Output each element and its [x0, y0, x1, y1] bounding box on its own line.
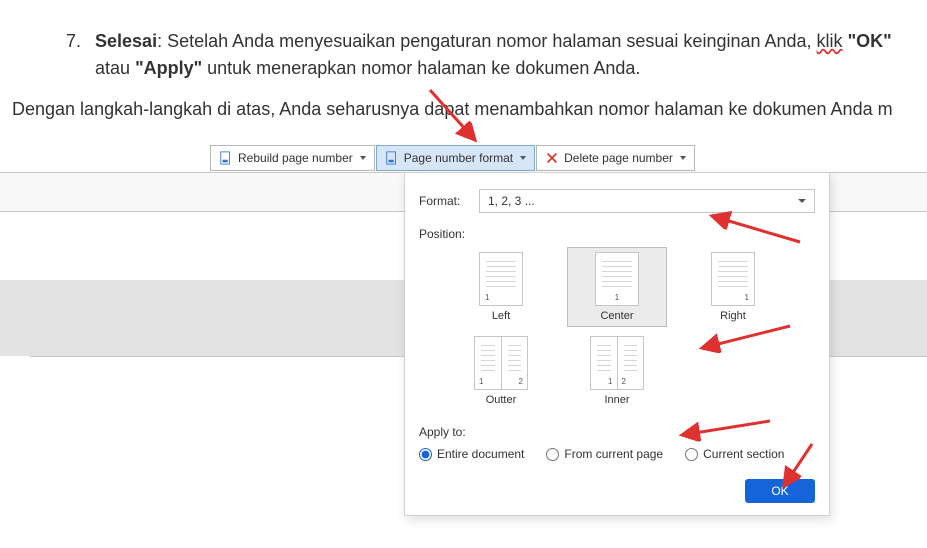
- list-number: 7.: [66, 28, 81, 82]
- rebuild-page-number-button[interactable]: Rebuild page number: [210, 145, 375, 171]
- radio-section-label: Current section: [703, 447, 784, 461]
- klik-word: klik: [817, 31, 843, 51]
- page-icon: [219, 151, 233, 165]
- thumb-inner: 1 2: [590, 336, 644, 390]
- rebuild-label: Rebuild page number: [238, 151, 353, 165]
- annotation-arrow: [420, 82, 490, 152]
- radio-current-label: From current page: [564, 447, 663, 461]
- format-label: Page number format: [404, 151, 513, 165]
- thumb-outter: 1 2: [474, 336, 528, 390]
- radio-from-current[interactable]: From current page: [546, 447, 663, 461]
- radio-current-input[interactable]: [546, 448, 559, 461]
- radio-entire-label: Entire document: [437, 447, 524, 461]
- step-text-2: untuk menerapkan nomor halaman ke dokume…: [202, 58, 640, 78]
- pos-outter-label: Outter: [486, 394, 517, 406]
- caret-icon: [680, 156, 686, 160]
- pos-center-label: Center: [600, 310, 633, 322]
- format-value: 1, 2, 3 ...: [488, 194, 535, 208]
- delete-label: Delete page number: [564, 151, 673, 165]
- apply-to-radios: Entire document From current page Curren…: [419, 447, 815, 461]
- annotation-arrow: [670, 415, 780, 445]
- caret-icon: [360, 156, 366, 160]
- pos-left-label: Left: [492, 310, 510, 322]
- thumb-center: 1: [595, 252, 639, 306]
- pos-inner-label: Inner: [604, 394, 629, 406]
- thumb-right: 1: [711, 252, 755, 306]
- caret-icon: [520, 156, 526, 160]
- position-outter[interactable]: 1 2 Outter: [451, 331, 551, 411]
- radio-current-section[interactable]: Current section: [685, 447, 784, 461]
- delete-x-icon: [545, 151, 559, 165]
- position-inner[interactable]: 1 2 Inner: [567, 331, 667, 411]
- apply-bold: "Apply": [135, 58, 202, 78]
- position-left[interactable]: 1 Left: [451, 247, 551, 327]
- page-icon: [385, 151, 399, 165]
- position-center[interactable]: 1 Center: [567, 247, 667, 327]
- ok-bold: "OK": [848, 31, 892, 51]
- annotation-arrow: [700, 210, 810, 250]
- format-field-label: Format:: [419, 194, 471, 208]
- annotation-arrow: [690, 320, 800, 360]
- radio-section-input[interactable]: [685, 448, 698, 461]
- delete-page-number-button[interactable]: Delete page number: [536, 145, 695, 171]
- position-right[interactable]: 1 Right: [683, 247, 783, 327]
- thumb-left: 1: [479, 252, 523, 306]
- step-text-1: : Setelah Anda menyesuaikan pengaturan n…: [157, 31, 816, 51]
- step-title: Selesai: [95, 31, 157, 51]
- annotation-arrow: [774, 438, 824, 496]
- radio-entire-input[interactable]: [419, 448, 432, 461]
- radio-entire-document[interactable]: Entire document: [419, 447, 524, 461]
- atau: atau: [95, 58, 135, 78]
